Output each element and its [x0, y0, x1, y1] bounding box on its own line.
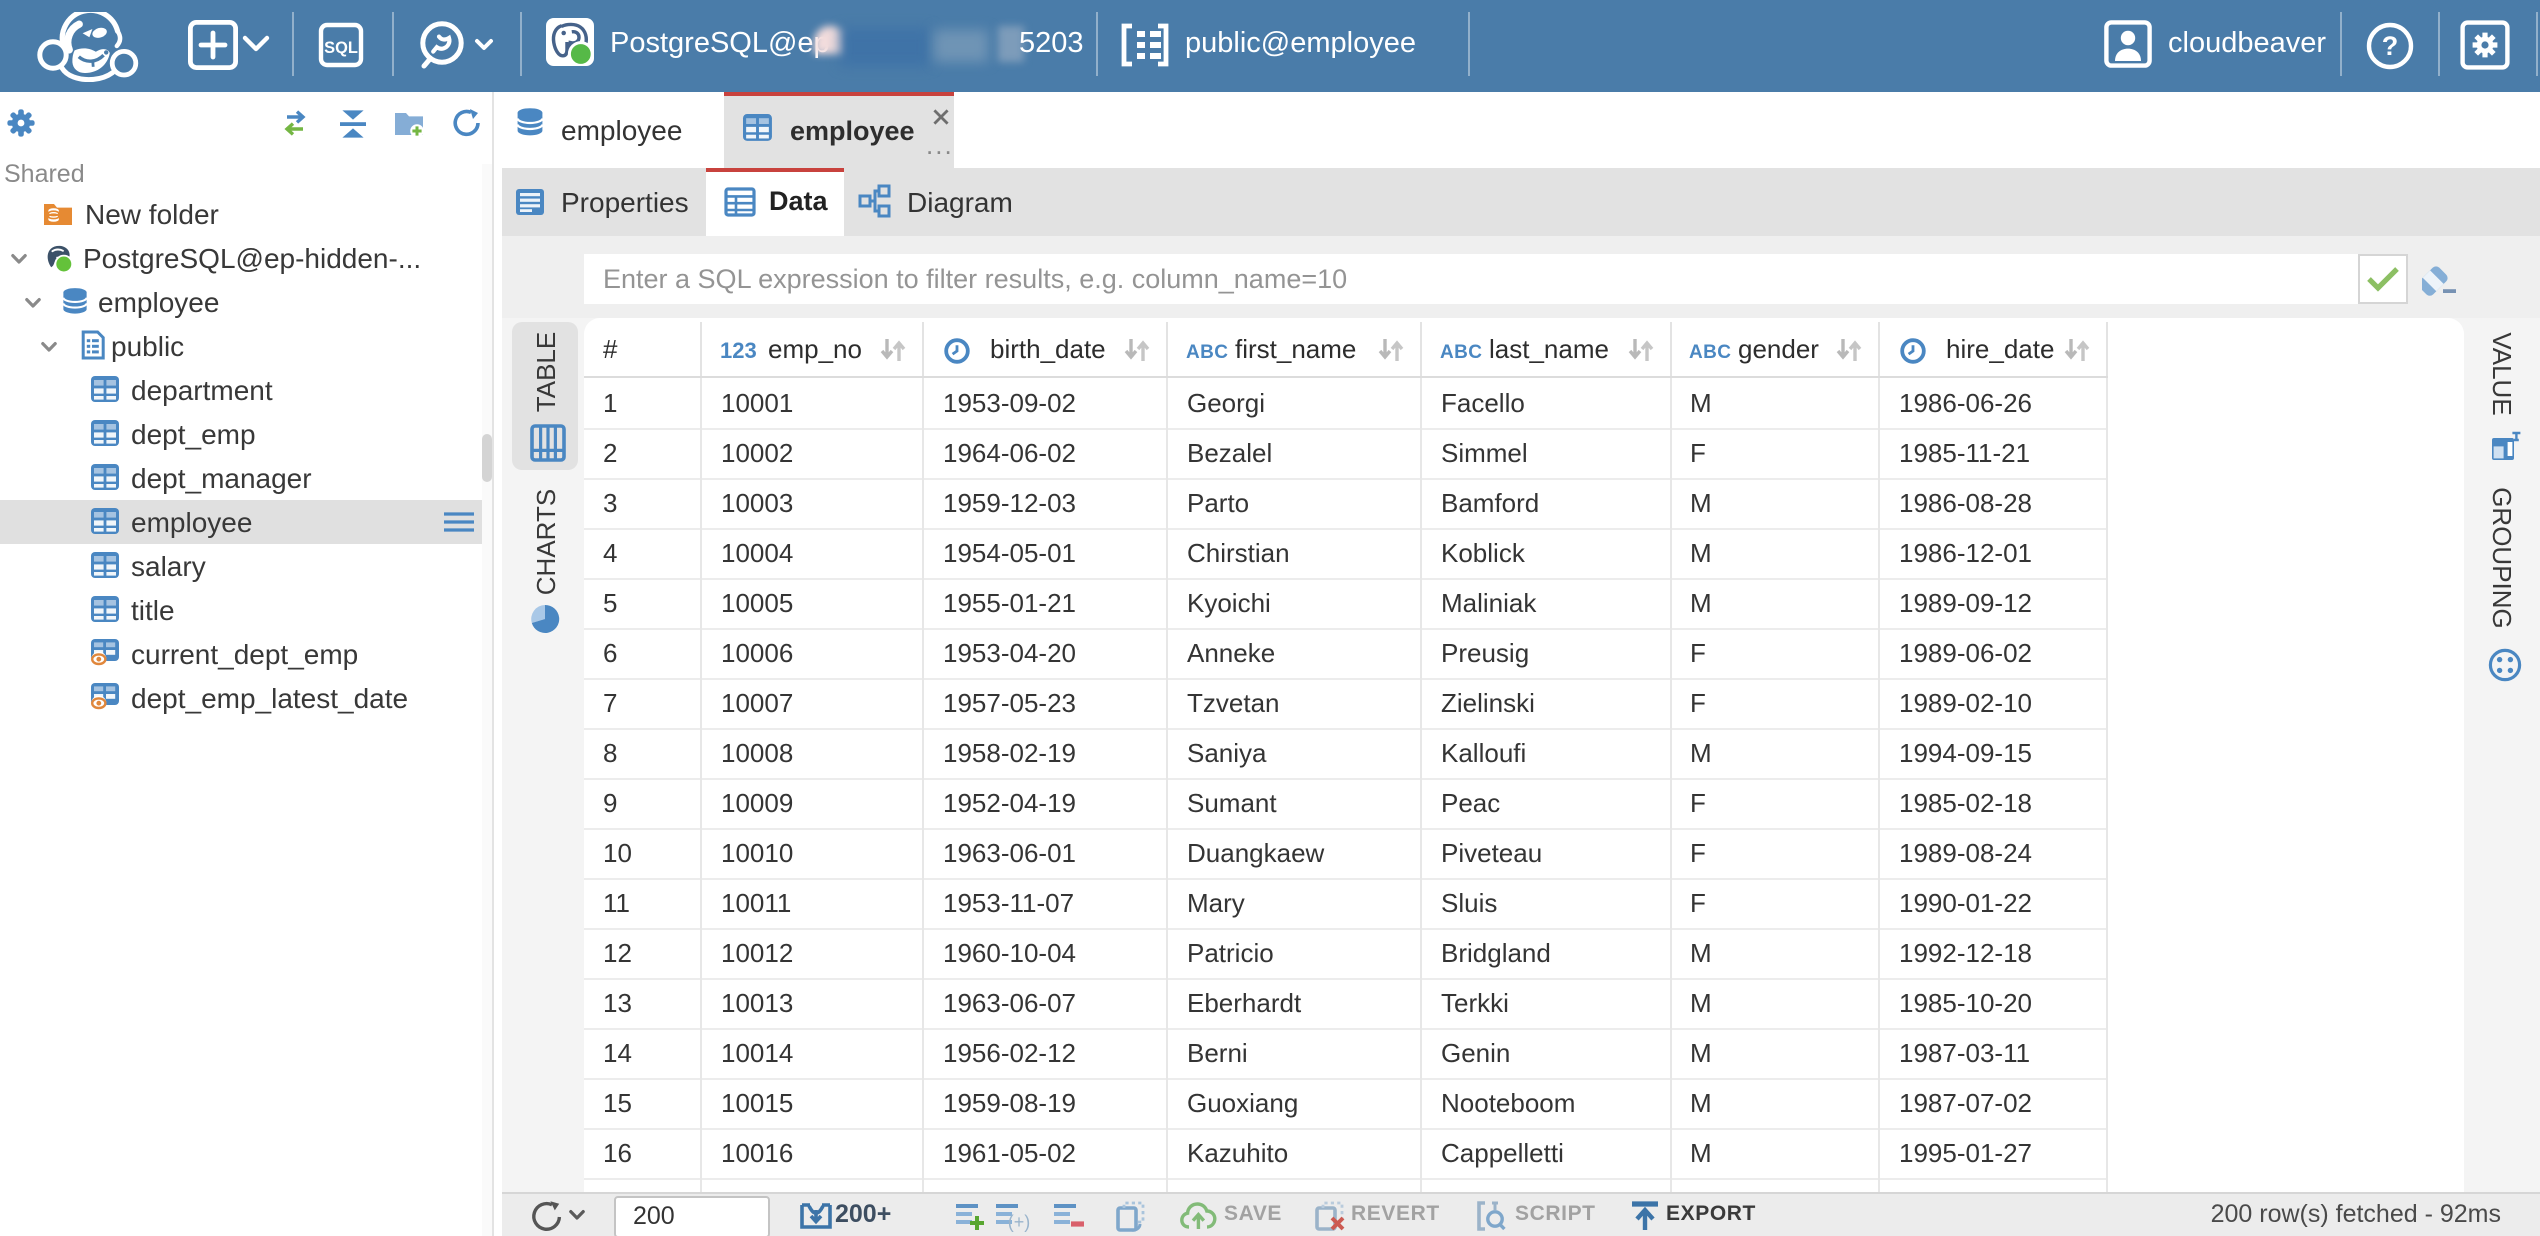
svg-text:(+): (+) [1007, 1212, 1030, 1232]
svg-text:SQL: SQL [324, 39, 358, 57]
svg-text:?: ? [2382, 30, 2399, 60]
